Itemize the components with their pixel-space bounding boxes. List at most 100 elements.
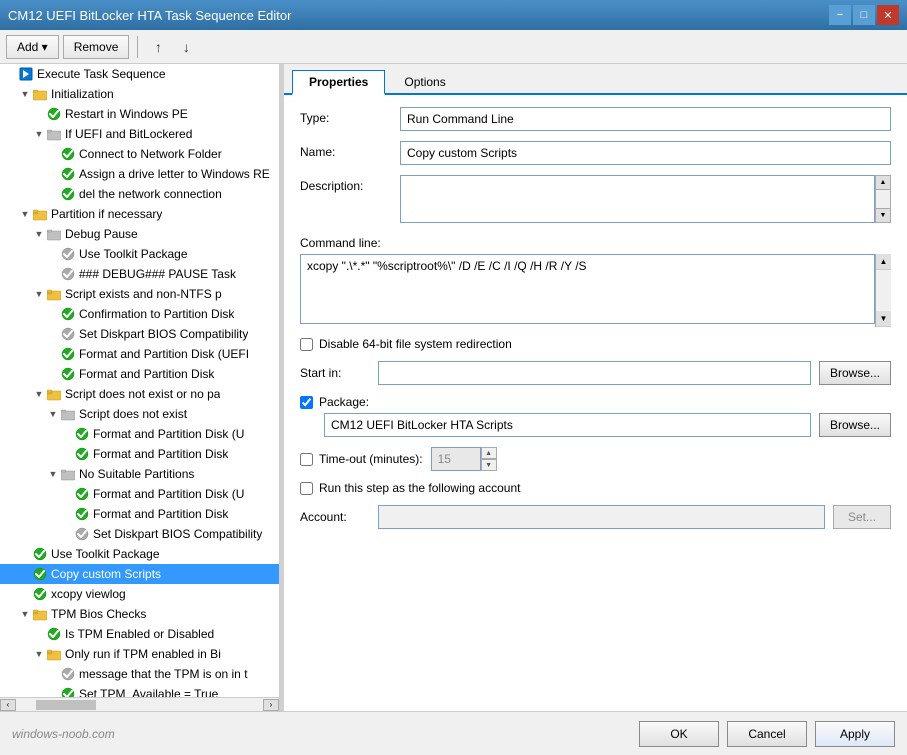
- tree-item-is-tpm[interactable]: Is TPM Enabled or Disabled: [0, 624, 279, 644]
- tree-item-confirm-part[interactable]: Confirmation to Partition Disk: [0, 304, 279, 324]
- account-label: Account:: [300, 510, 370, 524]
- tree-item-root[interactable]: Execute Task Sequence: [0, 64, 279, 84]
- tree-icon-use-toolkit: [60, 246, 76, 262]
- start-in-row: Start in: Browse...: [300, 361, 891, 385]
- tree-item-format-part[interactable]: Format and Partition Disk: [0, 364, 279, 384]
- tree-item-del-net[interactable]: del the network connection: [0, 184, 279, 204]
- tree-item-use-toolkit2[interactable]: Use Toolkit Package: [0, 544, 279, 564]
- watermark: windows-noob.com: [12, 727, 115, 741]
- tree-label-script-exists: Script exists and non-NTFS p: [65, 287, 222, 301]
- hscroll-right[interactable]: ›: [263, 699, 279, 711]
- tree-item-use-toolkit[interactable]: Use Toolkit Package: [0, 244, 279, 264]
- tree-item-partition[interactable]: ▼Partition if necessary: [0, 204, 279, 224]
- tree-label-debug-hash: ### DEBUG### PAUSE Task: [79, 267, 236, 281]
- tree-label-is-tpm: Is TPM Enabled or Disabled: [65, 627, 214, 641]
- tree-icon-connect-net: [60, 146, 76, 162]
- tree-item-msg-tpm-on[interactable]: message that the TPM is on in t: [0, 664, 279, 684]
- tab-options[interactable]: Options: [387, 70, 462, 93]
- tree-item-debug-hash[interactable]: ### DEBUG### PAUSE Task: [0, 264, 279, 284]
- package-input-row: Browse...: [300, 413, 891, 437]
- tree-expand-init: ▼: [18, 87, 32, 101]
- cmd-scroll-down[interactable]: ▼: [876, 311, 891, 327]
- tree-label-root: Execute Task Sequence: [37, 67, 166, 81]
- desc-scroll-down[interactable]: ▼: [876, 208, 890, 222]
- timeout-spinner-down[interactable]: ▼: [481, 459, 497, 471]
- package-field[interactable]: [324, 413, 811, 437]
- maximize-button[interactable]: □: [853, 5, 875, 25]
- tree-icon-tpm-bios: [32, 606, 48, 622]
- tree-panel: Execute Task Sequence ▼InitializationRest…: [0, 64, 280, 711]
- tree-scroll[interactable]: Execute Task Sequence ▼InitializationRest…: [0, 64, 279, 697]
- desc-scroll-up[interactable]: ▲: [876, 176, 890, 190]
- tree-item-copy-scripts[interactable]: Copy custom Scripts: [0, 564, 279, 584]
- disable-redirect-label[interactable]: Disable 64-bit file system redirection: [319, 337, 512, 351]
- tree-icon-set-bios: [60, 326, 76, 342]
- timeout-checkbox[interactable]: [300, 453, 313, 466]
- minimize-button[interactable]: −: [829, 5, 851, 25]
- tree-item-script-not-exist[interactable]: ▼Script does not exist or no pa: [0, 384, 279, 404]
- run-as-label[interactable]: Run this step as the following account: [319, 481, 520, 495]
- tree-item-format-u2[interactable]: Format and Partition Disk (U: [0, 424, 279, 444]
- tree-item-restart[interactable]: Restart in Windows PE: [0, 104, 279, 124]
- tab-bar: Properties Options: [284, 64, 907, 95]
- tree-item-set-diskpart[interactable]: Set Diskpart BIOS Compatibility: [0, 524, 279, 544]
- tree-expand-no-suitable: ▼: [46, 467, 60, 481]
- title-bar: CM12 UEFI BitLocker HTA Task Sequence Ed…: [0, 0, 907, 30]
- browse-package-button[interactable]: Browse...: [819, 413, 891, 437]
- tree-item-set-bios[interactable]: Set Diskpart BIOS Compatibility: [0, 324, 279, 344]
- ok-button[interactable]: OK: [639, 721, 719, 747]
- tree-item-tpm-bios[interactable]: ▼TPM Bios Checks: [0, 604, 279, 624]
- tree-expand-copy-scripts: [18, 567, 32, 581]
- cancel-button[interactable]: Cancel: [727, 721, 807, 747]
- cmd-scroll-up[interactable]: ▲: [876, 254, 891, 270]
- tree-item-format-p2[interactable]: Format and Partition Disk: [0, 444, 279, 464]
- tree-item-script-not-exist2[interactable]: ▼Script does not exist: [0, 404, 279, 424]
- add-button[interactable]: Add ▾: [6, 35, 59, 59]
- start-in-field[interactable]: [378, 361, 811, 385]
- timeout-label[interactable]: Time-out (minutes):: [319, 452, 423, 466]
- tree-expand-format-u3: [60, 487, 74, 501]
- tree-item-assign-drive[interactable]: Assign a drive letter to Windows RE: [0, 164, 279, 184]
- tree-item-debug-pause[interactable]: ▼Debug Pause: [0, 224, 279, 244]
- close-button[interactable]: ✕: [877, 5, 899, 25]
- browse-start-in-button[interactable]: Browse...: [819, 361, 891, 385]
- toolbar-icon-2[interactable]: ↓: [174, 35, 198, 59]
- timeout-spinner: ▲ ▼: [481, 447, 497, 471]
- hscroll-left[interactable]: ‹: [0, 699, 16, 711]
- tree-item-xcopy-viewlog[interactable]: xcopy viewlog: [0, 584, 279, 604]
- tree-icon-debug-hash: [60, 266, 76, 282]
- timeout-row: Time-out (minutes): ▲ ▼: [300, 447, 891, 471]
- tree-icon-restart: [46, 106, 62, 122]
- tree-item-script-exists[interactable]: ▼Script exists and non-NTFS p: [0, 284, 279, 304]
- description-label: Description:: [300, 175, 400, 193]
- timeout-spinner-up[interactable]: ▲: [481, 447, 497, 459]
- tree-expand-is-tpm: [32, 627, 46, 641]
- tab-properties[interactable]: Properties: [292, 70, 385, 95]
- disable-redirect-checkbox[interactable]: [300, 338, 313, 351]
- tree-item-format-u3[interactable]: Format and Partition Disk (U: [0, 484, 279, 504]
- description-field[interactable]: [400, 175, 875, 223]
- tree-label-format-p3: Format and Partition Disk: [93, 507, 228, 521]
- tree-item-if-uefi[interactable]: ▼If UEFI and BitLockered: [0, 124, 279, 144]
- name-field[interactable]: [400, 141, 891, 165]
- window-controls: − □ ✕: [829, 5, 899, 25]
- package-checkbox[interactable]: [300, 396, 313, 409]
- tree-expand-set-diskpart: [60, 527, 74, 541]
- toolbar-icon-1[interactable]: ↑: [146, 35, 170, 59]
- remove-button[interactable]: Remove: [63, 35, 130, 59]
- tree-item-format-uefi[interactable]: Format and Partition Disk (UEFI: [0, 344, 279, 364]
- package-checkbox-label[interactable]: Package:: [319, 395, 369, 409]
- tree-item-set-tpm-avail[interactable]: Set TPM_Available = True: [0, 684, 279, 697]
- tree-item-connect-net[interactable]: Connect to Network Folder: [0, 144, 279, 164]
- tree-item-only-run-tpm[interactable]: ▼Only run if TPM enabled in Bi: [0, 644, 279, 664]
- run-as-checkbox[interactable]: [300, 482, 313, 495]
- tree-item-no-suitable[interactable]: ▼No Suitable Partitions: [0, 464, 279, 484]
- window-title: CM12 UEFI BitLocker HTA Task Sequence Ed…: [8, 8, 291, 23]
- tree-label-set-tpm-avail: Set TPM_Available = True: [79, 687, 218, 697]
- type-field[interactable]: [400, 107, 891, 131]
- tree-item-format-p3[interactable]: Format and Partition Disk: [0, 504, 279, 524]
- command-field[interactable]: [300, 254, 875, 324]
- tree-item-init[interactable]: ▼Initialization: [0, 84, 279, 104]
- tree-expand-xcopy-viewlog: [18, 587, 32, 601]
- apply-button[interactable]: Apply: [815, 721, 895, 747]
